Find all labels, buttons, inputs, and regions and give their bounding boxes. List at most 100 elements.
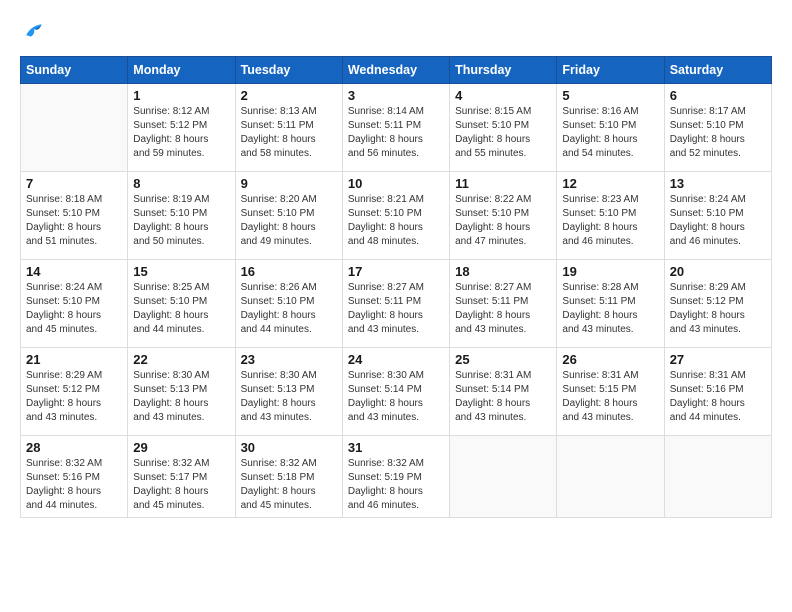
day-info: Sunrise: 8:13 AMSunset: 5:11 PMDaylight:… — [241, 105, 337, 161]
day-number: 10 — [348, 176, 444, 191]
day-number: 9 — [241, 176, 337, 191]
day-info: Sunrise: 8:19 AMSunset: 5:10 PMDaylight:… — [133, 193, 229, 249]
day-number: 16 — [241, 264, 337, 279]
calendar-cell: 4Sunrise: 8:15 AMSunset: 5:10 PMDaylight… — [450, 84, 557, 172]
calendar-cell: 28Sunrise: 8:32 AMSunset: 5:16 PMDayligh… — [21, 436, 128, 518]
calendar-cell: 15Sunrise: 8:25 AMSunset: 5:10 PMDayligh… — [128, 260, 235, 348]
calendar-cell: 3 Sunrise: 8:14 AMSunset: 5:11 PMDaylight… — [342, 84, 449, 172]
day-number: 30 — [241, 440, 337, 455]
logo — [20, 18, 52, 46]
calendar-week-row: 28Sunrise: 8:32 AMSunset: 5:16 PMDayligh… — [21, 436, 772, 518]
calendar-cell: 9 Sunrise: 8:20 AMSunset: 5:10 PMDaylight… — [235, 172, 342, 260]
day-of-week-header: Sunday — [21, 57, 128, 84]
calendar-cell: 24 Sunrise: 8:30 AMSunset: 5:14 PMDayligh… — [342, 348, 449, 436]
calendar-cell — [664, 436, 771, 518]
day-of-week-header: Wednesday — [342, 57, 449, 84]
calendar-cell: 18 Sunrise: 8:27 AMSunset: 5:11 PMDayligh… — [450, 260, 557, 348]
day-info: Sunrise: 8:12 AMSunset: 5:12 PMDaylight:… — [133, 105, 229, 161]
calendar-cell: 6 Sunrise: 8:17 AMSunset: 5:10 PMDaylight… — [664, 84, 771, 172]
day-info: Sunrise: 8:32 AMSunset: 5:18 PMDaylight:… — [241, 457, 337, 513]
day-info: Sunrise: 8:30 AMSunset: 5:14 PMDaylight:… — [348, 369, 444, 425]
calendar-cell: 21 Sunrise: 8:29 AMSunset: 5:12 PMDayligh… — [21, 348, 128, 436]
calendar-cell: 16Sunrise: 8:26 AMSunset: 5:10 PMDayligh… — [235, 260, 342, 348]
calendar-cell: 13 Sunrise: 8:24 AMSunset: 5:10 PMDayligh… — [664, 172, 771, 260]
day-info: Sunrise: 8:31 AMSunset: 5:16 PMDaylight:… — [670, 369, 766, 425]
day-info: Sunrise: 8:21 AMSunset: 5:10 PMDaylight:… — [348, 193, 444, 249]
day-info: Sunrise: 8:30 AMSunset: 5:13 PMDaylight:… — [133, 369, 229, 425]
day-number: 12 — [562, 176, 658, 191]
day-info: Sunrise: 8:24 AMSunset: 5:10 PMDaylight:… — [26, 281, 122, 337]
day-number: 5 — [562, 88, 658, 103]
calendar-cell — [450, 436, 557, 518]
day-info: Sunrise: 8:27 AMSunset: 5:11 PMDaylight:… — [348, 281, 444, 337]
day-number: 26 — [562, 352, 658, 367]
calendar-cell: 10 Sunrise: 8:21 AMSunset: 5:10 PMDayligh… — [342, 172, 449, 260]
day-info: Sunrise: 8:27 AMSunset: 5:11 PMDaylight:… — [455, 281, 551, 337]
day-info: Sunrise: 8:28 AMSunset: 5:11 PMDaylight:… — [562, 281, 658, 337]
day-number: 6 — [670, 88, 766, 103]
day-number: 20 — [670, 264, 766, 279]
calendar-cell — [557, 436, 664, 518]
day-number: 22 — [133, 352, 229, 367]
day-number: 1 — [133, 88, 229, 103]
day-number: 7 — [26, 176, 122, 191]
day-number: 27 — [670, 352, 766, 367]
calendar-header-row: SundayMondayTuesdayWednesdayThursdayFrid… — [21, 57, 772, 84]
day-info: Sunrise: 8:31 AMSunset: 5:15 PMDaylight:… — [562, 369, 658, 425]
day-info: Sunrise: 8:17 AMSunset: 5:10 PMDaylight:… — [670, 105, 766, 161]
calendar-week-row: 1 Sunrise: 8:12 AMSunset: 5:12 PMDaylight… — [21, 84, 772, 172]
calendar-cell — [21, 84, 128, 172]
calendar-cell: 20 Sunrise: 8:29 AMSunset: 5:12 PMDayligh… — [664, 260, 771, 348]
calendar-cell: 11Sunrise: 8:22 AMSunset: 5:10 PMDayligh… — [450, 172, 557, 260]
day-number: 14 — [26, 264, 122, 279]
day-info: Sunrise: 8:32 AMSunset: 5:17 PMDaylight:… — [133, 457, 229, 513]
calendar-cell: 14 Sunrise: 8:24 AMSunset: 5:10 PMDayligh… — [21, 260, 128, 348]
day-info: Sunrise: 8:24 AMSunset: 5:10 PMDaylight:… — [670, 193, 766, 249]
day-info: Sunrise: 8:18 AMSunset: 5:10 PMDaylight:… — [26, 193, 122, 249]
header — [20, 18, 772, 46]
calendar-cell: 26 Sunrise: 8:31 AMSunset: 5:15 PMDayligh… — [557, 348, 664, 436]
day-info: Sunrise: 8:29 AMSunset: 5:12 PMDaylight:… — [26, 369, 122, 425]
day-of-week-header: Thursday — [450, 57, 557, 84]
day-info: Sunrise: 8:30 AMSunset: 5:13 PMDaylight:… — [241, 369, 337, 425]
day-number: 13 — [670, 176, 766, 191]
day-number: 29 — [133, 440, 229, 455]
calendar-cell: 7 Sunrise: 8:18 AMSunset: 5:10 PMDaylight… — [21, 172, 128, 260]
day-number: 31 — [348, 440, 444, 455]
calendar-cell: 17 Sunrise: 8:27 AMSunset: 5:11 PMDayligh… — [342, 260, 449, 348]
calendar-cell: 25 Sunrise: 8:31 AMSunset: 5:14 PMDayligh… — [450, 348, 557, 436]
calendar-week-row: 14 Sunrise: 8:24 AMSunset: 5:10 PMDayligh… — [21, 260, 772, 348]
day-of-week-header: Tuesday — [235, 57, 342, 84]
calendar-week-row: 7 Sunrise: 8:18 AMSunset: 5:10 PMDaylight… — [21, 172, 772, 260]
calendar-cell: 1 Sunrise: 8:12 AMSunset: 5:12 PMDaylight… — [128, 84, 235, 172]
calendar-cell: 23Sunrise: 8:30 AMSunset: 5:13 PMDayligh… — [235, 348, 342, 436]
day-info: Sunrise: 8:31 AMSunset: 5:14 PMDaylight:… — [455, 369, 551, 425]
calendar-cell: 30 Sunrise: 8:32 AMSunset: 5:18 PMDayligh… — [235, 436, 342, 518]
day-number: 21 — [26, 352, 122, 367]
calendar-week-row: 21 Sunrise: 8:29 AMSunset: 5:12 PMDayligh… — [21, 348, 772, 436]
day-number: 28 — [26, 440, 122, 455]
day-info: Sunrise: 8:14 AMSunset: 5:11 PMDaylight:… — [348, 105, 444, 161]
day-number: 4 — [455, 88, 551, 103]
day-of-week-header: Saturday — [664, 57, 771, 84]
day-info: Sunrise: 8:29 AMSunset: 5:12 PMDaylight:… — [670, 281, 766, 337]
calendar-cell: 19 Sunrise: 8:28 AMSunset: 5:11 PMDayligh… — [557, 260, 664, 348]
day-info: Sunrise: 8:20 AMSunset: 5:10 PMDaylight:… — [241, 193, 337, 249]
day-of-week-header: Friday — [557, 57, 664, 84]
calendar-cell: 2 Sunrise: 8:13 AMSunset: 5:11 PMDaylight… — [235, 84, 342, 172]
logo-icon — [20, 18, 48, 46]
day-number: 19 — [562, 264, 658, 279]
day-number: 2 — [241, 88, 337, 103]
day-info: Sunrise: 8:23 AMSunset: 5:10 PMDaylight:… — [562, 193, 658, 249]
day-of-week-header: Monday — [128, 57, 235, 84]
calendar-cell: 8Sunrise: 8:19 AMSunset: 5:10 PMDaylight… — [128, 172, 235, 260]
day-number: 25 — [455, 352, 551, 367]
day-number: 17 — [348, 264, 444, 279]
day-info: Sunrise: 8:25 AMSunset: 5:10 PMDaylight:… — [133, 281, 229, 337]
day-number: 24 — [348, 352, 444, 367]
day-info: Sunrise: 8:32 AMSunset: 5:19 PMDaylight:… — [348, 457, 444, 513]
calendar-cell: 31 Sunrise: 8:32 AMSunset: 5:19 PMDayligh… — [342, 436, 449, 518]
calendar-cell: 22 Sunrise: 8:30 AMSunset: 5:13 PMDayligh… — [128, 348, 235, 436]
day-number: 18 — [455, 264, 551, 279]
day-number: 3 — [348, 88, 444, 103]
